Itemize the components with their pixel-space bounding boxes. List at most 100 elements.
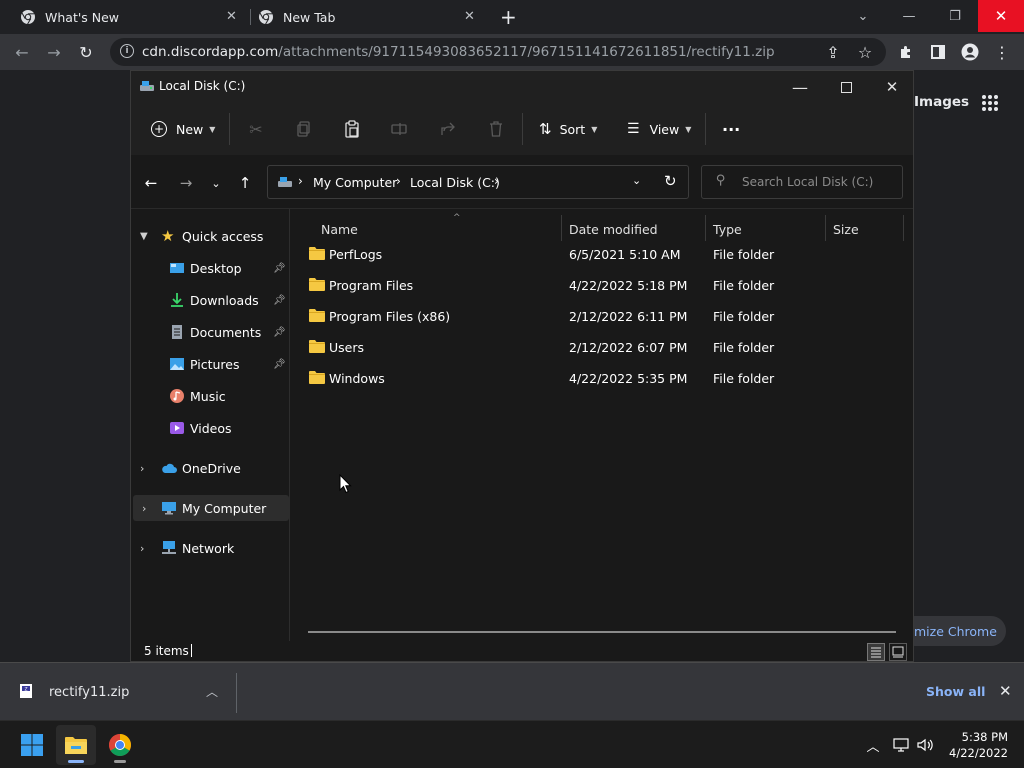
share-icon[interactable] — [438, 119, 458, 139]
restore-icon[interactable]: ❐ — [940, 0, 970, 32]
view-button[interactable]: ☰ View ▼ — [627, 117, 691, 141]
recent-locations-chevron-icon[interactable]: ⌄ — [205, 173, 227, 193]
sidebar-item-videos[interactable]: Videos — [131, 415, 287, 441]
forward-arrow-icon[interactable]: → — [43, 41, 65, 63]
column-divider[interactable] — [705, 215, 706, 241]
file-name: Windows — [329, 371, 385, 386]
sort-arrows-icon: ⇅ — [539, 120, 552, 138]
pin-icon[interactable]: 📌︎ — [273, 359, 286, 370]
system-clock[interactable]: 5:38 PM 4/22/2022 — [946, 729, 1008, 761]
sidebar-item-network[interactable]: › Network — [131, 535, 287, 561]
column-divider[interactable] — [903, 215, 904, 241]
extensions-puzzle-icon[interactable] — [895, 41, 917, 63]
show-all-downloads-button[interactable]: Show all — [926, 684, 985, 699]
share-icon[interactable]: ⇪ — [822, 41, 844, 63]
site-info-icon[interactable]: i — [120, 44, 134, 58]
sidebar-item-music[interactable]: Music — [131, 383, 287, 409]
start-button[interactable] — [12, 725, 52, 765]
side-panel-icon[interactable] — [927, 41, 949, 63]
tab-new-tab[interactable]: New Tab ✕ — [258, 0, 488, 34]
horizontal-scrollbar[interactable] — [308, 631, 896, 633]
profile-avatar-icon[interactable] — [959, 41, 981, 63]
new-button[interactable]: + New ▼ — [151, 117, 215, 141]
refresh-icon[interactable]: ↻ — [664, 172, 677, 190]
chrome-menu-dots-icon[interactable]: ⋮ — [991, 41, 1013, 63]
sidebar-item-onedrive[interactable]: › OneDrive — [131, 455, 287, 481]
computer-icon — [162, 502, 176, 515]
tab-whats-new[interactable]: What's New ✕ — [20, 0, 244, 34]
reload-icon[interactable]: ↻ — [75, 41, 97, 63]
back-arrow-icon[interactable]: ← — [140, 173, 162, 193]
address-breadcrumb-bar[interactable]: › My Computer › Local Disk (C:) › ⌄ ↻ — [267, 165, 689, 199]
search-box[interactable]: ⚲ Search Local Disk (C:) — [701, 165, 903, 199]
item-count: 5 items — [144, 644, 189, 658]
show-hidden-icons-chevron-icon[interactable]: ︿ — [864, 736, 882, 755]
close-tab-icon[interactable]: ✕ — [464, 9, 475, 24]
sidebar-item-label: Desktop — [190, 260, 242, 276]
download-separator — [236, 673, 237, 713]
pane-divider[interactable] — [289, 209, 290, 641]
explorer-maximize-icon[interactable] — [823, 71, 869, 103]
file-explorer-icon — [65, 737, 87, 754]
up-arrow-icon[interactable]: ↑ — [234, 173, 256, 193]
google-apps-grid-icon[interactable] — [981, 94, 999, 112]
plus-circle-icon: + — [151, 121, 167, 137]
view-lines-icon: ☰ — [627, 121, 640, 137]
close-download-shelf-icon[interactable]: ✕ — [999, 682, 1012, 700]
pictures-icon — [170, 358, 184, 370]
forward-arrow-icon[interactable]: → — [175, 173, 197, 193]
sidebar-item-downloads[interactable]: Downloads 📌︎ — [131, 287, 287, 313]
file-date: 4/22/2022 5:18 PM — [569, 278, 688, 293]
column-divider[interactable] — [825, 215, 826, 241]
download-item[interactable]: rectify11.zip ︿ — [0, 663, 230, 721]
google-images-link[interactable]: Images — [914, 94, 969, 110]
volume-speaker-icon[interactable] — [917, 736, 935, 754]
tab-search-chevron-icon[interactable]: ⌄ — [848, 0, 878, 32]
pin-icon[interactable]: 📌︎ — [273, 295, 286, 306]
sidebar-item-desktop[interactable]: Desktop 📌︎ — [131, 255, 287, 281]
more-options-button[interactable]: ... — [722, 113, 740, 137]
sidebar-item-label: Music — [190, 388, 226, 404]
file-row[interactable]: PerfLogs 6/5/2021 5:10 AM File folder — [299, 239, 899, 270]
close-tab-icon[interactable]: ✕ — [226, 9, 237, 24]
column-divider[interactable] — [561, 215, 562, 241]
sidebar-item-label: My Computer — [182, 500, 267, 516]
details-view-icon[interactable] — [867, 643, 885, 661]
file-row[interactable]: Users 2/12/2022 6:07 PM File folder — [299, 332, 899, 363]
cut-icon[interactable]: ✂ — [246, 119, 266, 139]
explorer-close-icon[interactable]: ✕ — [869, 71, 915, 103]
back-arrow-icon[interactable]: ← — [11, 41, 33, 63]
breadcrumb-my-computer[interactable]: My Computer — [313, 175, 397, 190]
rename-icon[interactable] — [390, 119, 410, 139]
sidebar-item-my-computer[interactable]: › My Computer — [133, 495, 289, 521]
customize-chrome-button[interactable]: mize Chrome — [900, 616, 1006, 646]
bookmark-star-icon[interactable]: ☆ — [854, 41, 876, 63]
close-window-icon[interactable]: ✕ — [978, 0, 1024, 32]
copy-icon[interactable] — [294, 119, 314, 139]
large-icons-view-icon[interactable] — [889, 643, 907, 661]
taskbar-chrome[interactable] — [100, 725, 140, 765]
chevron-right-icon: › — [140, 461, 145, 475]
address-bar[interactable]: i cdn.discordapp.com/attachments/9171154… — [110, 38, 886, 66]
sidebar-item-quick-access[interactable]: ▼ ★ Quick access — [131, 223, 287, 249]
sidebar-item-label: Videos — [190, 420, 232, 436]
chevron-up-icon[interactable]: ︿ — [206, 683, 218, 700]
sidebar-item-pictures[interactable]: Pictures 📌︎ — [131, 351, 287, 377]
address-dropdown-chevron-icon[interactable]: ⌄ — [632, 174, 641, 187]
folder-icon — [309, 371, 325, 384]
file-row[interactable]: Windows 4/22/2022 5:35 PM File folder — [299, 363, 899, 394]
pin-icon[interactable]: 📌︎ — [273, 263, 286, 274]
new-tab-plus-icon[interactable]: + — [500, 5, 517, 29]
paste-icon[interactable] — [342, 119, 362, 139]
delete-trash-icon[interactable] — [486, 119, 506, 139]
breadcrumb-local-disk[interactable]: Local Disk (C:) — [410, 175, 500, 190]
taskbar-file-explorer[interactable] — [56, 725, 96, 765]
sort-button[interactable]: ⇅ Sort ▼ — [539, 117, 597, 141]
file-row[interactable]: Program Files 4/22/2022 5:18 PM File fol… — [299, 270, 899, 301]
file-row[interactable]: Program Files (x86) 2/12/2022 6:11 PM Fi… — [299, 301, 899, 332]
network-ethernet-icon[interactable] — [892, 736, 910, 754]
minimize-icon[interactable]: — — [894, 0, 924, 32]
sidebar-item-documents[interactable]: Documents 📌︎ — [131, 319, 287, 345]
explorer-minimize-icon[interactable]: — — [777, 71, 823, 103]
pin-icon[interactable]: 📌︎ — [273, 327, 286, 338]
